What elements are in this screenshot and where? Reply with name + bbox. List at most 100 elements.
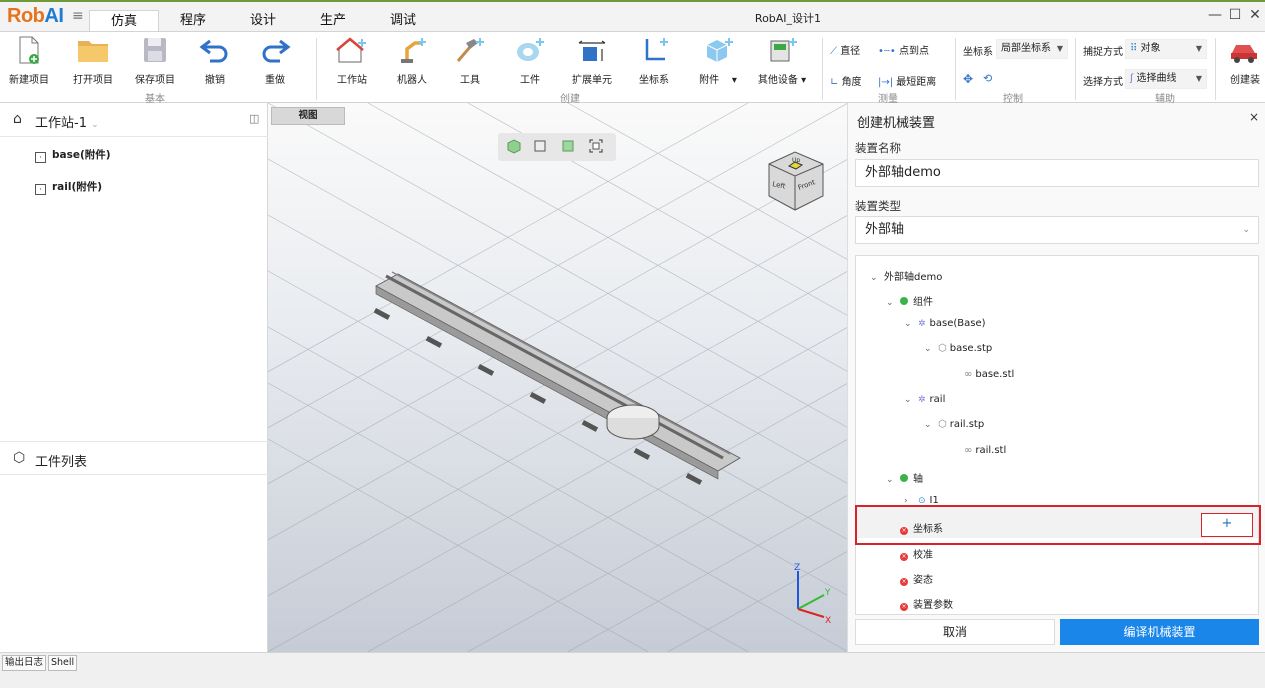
open-project-button[interactable]: 打开项目 (70, 35, 116, 87)
chevron-down-icon[interactable]: ⌄ (924, 344, 938, 354)
move-icon[interactable]: ✥ (963, 72, 973, 86)
chevron-down-icon: ⌄ (1242, 225, 1250, 235)
tree-node-calibration[interactable]: × 校准 (900, 546, 933, 561)
station-header[interactable]: ⌂ 工作站-1 ⌄ ◫ (0, 103, 268, 137)
tree-node-axis[interactable]: ⌄ 轴 (886, 470, 923, 485)
tree-item-base[interactable]: · base(附件) (35, 147, 111, 163)
station-button[interactable]: 工作站 (330, 35, 374, 87)
chevron-down-icon[interactable]: ⌄ (924, 420, 938, 430)
svg-text:Z: Z (794, 563, 800, 573)
attachment-button[interactable]: 附件 ▾ (690, 35, 746, 87)
chevron-right-icon[interactable]: › (904, 496, 918, 503)
new-file-icon (19, 36, 39, 64)
title-bar: RobAI ≡ 仿真 程序 设计 生产 调试 RobAI_设计1 — ☐ ✕ (0, 0, 1265, 33)
workpiece-list-header[interactable]: ⬡ 工件列表 (0, 441, 268, 475)
svg-text:Up: Up (792, 157, 800, 164)
frame-label: 坐标系 (963, 47, 993, 58)
rail-model (373, 271, 741, 485)
attachment-label: 附件 (699, 75, 720, 86)
frame-select[interactable]: 局部坐标系 ▼ (996, 39, 1068, 59)
workpiece-button[interactable]: 工件 (510, 35, 550, 87)
redo-icon (262, 39, 291, 63)
device-type-select[interactable]: 外部轴 ⌄ (855, 216, 1259, 244)
chevron-down-icon: ⌄ (91, 120, 99, 130)
group-divider (316, 38, 317, 100)
save-project-button[interactable]: 保存项目 (132, 35, 178, 87)
app-logo: RobAI (7, 5, 64, 27)
tree-node-params[interactable]: × 装置参数 (900, 596, 953, 611)
svg-text:X: X (825, 616, 831, 625)
create-device-button[interactable]: 创建装 (1225, 35, 1265, 87)
other-device-button[interactable]: 其他设备 ▾ (752, 35, 812, 87)
tab-design[interactable]: 设计 (246, 10, 280, 33)
tree-node-base[interactable]: ⌄ ✲ base(Base) (904, 318, 986, 329)
select-mode-select[interactable]: ʃ 选择曲线 ▼ (1125, 69, 1207, 89)
view-fit-icon[interactable] (588, 138, 604, 154)
extension-unit-button[interactable]: 扩展单元 (566, 35, 618, 87)
chevron-down-icon[interactable]: ⌄ (886, 475, 900, 485)
frame-button[interactable]: 坐标系 (632, 35, 676, 87)
angle-button[interactable]: ∟ 角度 (830, 73, 862, 88)
tab-simulation[interactable]: 仿真 (89, 10, 159, 33)
tree-node-rail-stp[interactable]: ⌄ ⬡ rail.stp (924, 419, 984, 430)
tree-node-rail-stl[interactable]: ∞ rail.stl (964, 445, 1006, 456)
device-name-input[interactable]: 外部轴demo (855, 159, 1259, 187)
tree-node-pose[interactable]: × 姿态 (900, 571, 933, 586)
robot-button[interactable]: 机器人 (390, 35, 434, 87)
tab-production[interactable]: 生产 (316, 10, 350, 33)
tab-program[interactable]: 程序 (176, 10, 210, 33)
compile-mechanism-button[interactable]: 编译机械装置 (1060, 619, 1259, 645)
hammer-icon (456, 38, 484, 62)
panel-toggle-icon[interactable]: ◫ (249, 112, 259, 125)
expand-icon[interactable]: · (35, 152, 46, 163)
mesh-icon: ∞ (964, 369, 973, 380)
redo-button[interactable]: 重做 (254, 35, 296, 87)
grid-icon: ⠿ (1130, 43, 1141, 54)
view-cube[interactable]: Up Left Front (765, 148, 829, 214)
menu-icon[interactable]: ≡ (72, 8, 84, 24)
tree-node-j1[interactable]: › ⊙ J1 (904, 495, 939, 503)
tree-node-root[interactable]: ⌄ 外部轴demo (870, 268, 942, 283)
tree-node-components[interactable]: ⌄ 组件 (886, 293, 933, 308)
device-name-label: 装置名称 (855, 141, 901, 155)
view-tab[interactable]: 视图 (271, 107, 345, 125)
undo-button[interactable]: 撤销 (194, 35, 236, 87)
tab-output-log[interactable]: 输出日志 (2, 655, 47, 671)
angle-icon: ∟ (830, 77, 842, 88)
axis-triad: Z Y X (794, 563, 831, 625)
tab-shell[interactable]: Shell (48, 655, 78, 671)
3d-viewport[interactable]: 视图 Up Left Front Z Y X (268, 103, 847, 652)
tab-debug[interactable]: 调试 (386, 10, 420, 33)
bottom-bar: 输出日志 Shell (0, 652, 1265, 688)
chevron-down-icon[interactable]: ⌄ (886, 298, 900, 308)
joint-icon: ⊙ (918, 496, 926, 503)
device-type-label: 装置类型 (855, 199, 901, 213)
tree-node-base-stl[interactable]: ∞ base.stl (964, 369, 1014, 380)
chevron-down-icon[interactable]: ⌄ (870, 273, 884, 283)
cancel-button[interactable]: 取消 (855, 619, 1055, 645)
select-mode-label: 选择方式 (1083, 77, 1123, 88)
tool-button[interactable]: 工具 (450, 35, 490, 87)
shortest-distance-button[interactable]: |→| 最短距离 (878, 73, 936, 88)
add-frame-button[interactable]: + (1201, 513, 1253, 537)
rotate-icon[interactable]: ⟲ (983, 72, 992, 85)
tree-item-rail[interactable]: · rail(附件) (35, 179, 102, 195)
maximize-icon[interactable]: ☐ (1226, 7, 1244, 23)
minimize-icon[interactable]: — (1206, 7, 1224, 23)
diameter-button[interactable]: ⟋ 直径 (830, 42, 860, 57)
view-iso-icon[interactable] (506, 138, 522, 154)
view-front-icon[interactable] (532, 138, 548, 154)
view-side-icon[interactable] (560, 138, 576, 154)
chevron-down-icon[interactable]: ⌄ (904, 319, 918, 329)
chevron-down-icon[interactable]: ⌄ (904, 395, 918, 405)
close-icon[interactable]: × (1249, 110, 1259, 124)
tree-node-rail[interactable]: ⌄ ✲ rail (904, 394, 945, 405)
new-project-button[interactable]: 新建项目 (6, 35, 52, 87)
point-to-point-button[interactable]: •┄• 点到点 (878, 42, 929, 57)
capture-select[interactable]: ⠿ 对象 ▼ (1125, 39, 1207, 59)
expand-icon[interactable]: · (35, 184, 46, 195)
close-icon[interactable]: ✕ (1246, 7, 1264, 23)
chevron-down-icon: ▼ (1056, 44, 1063, 53)
home-icon (336, 37, 366, 63)
tree-node-base-stp[interactable]: ⌄ ⬡ base.stp (924, 343, 992, 354)
